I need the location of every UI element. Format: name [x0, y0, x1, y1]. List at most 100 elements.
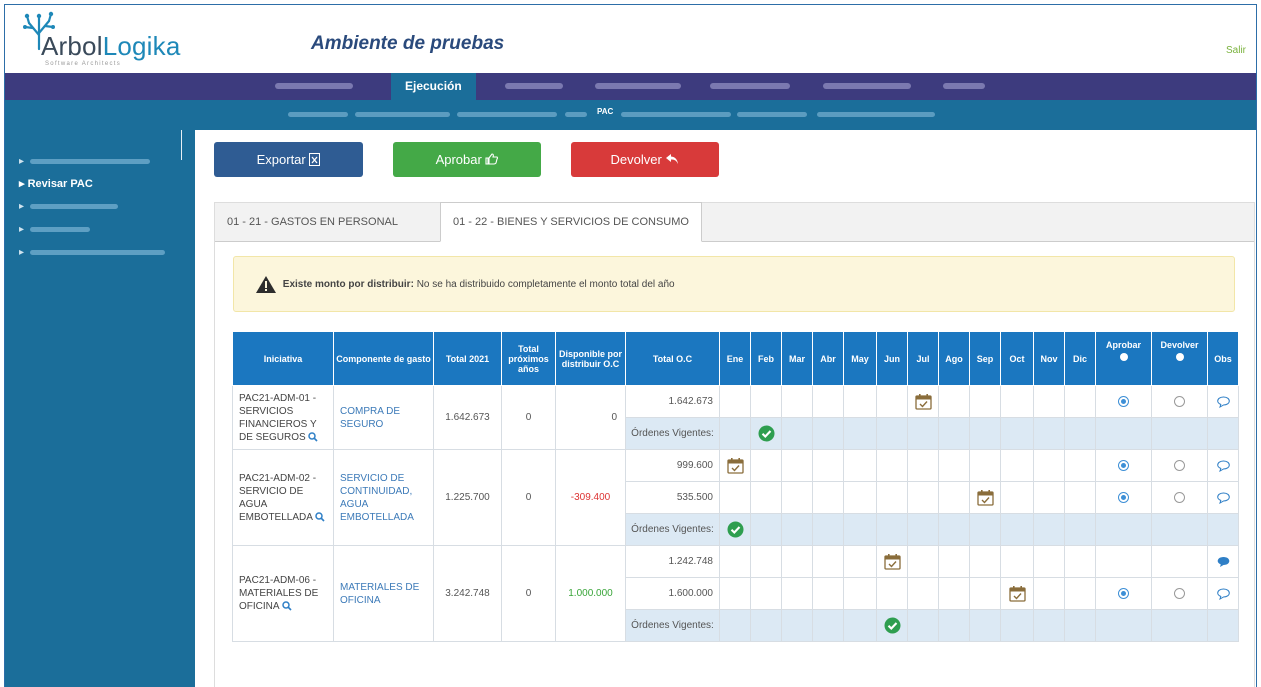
return-radio-cell[interactable] — [1151, 385, 1208, 418]
obs-cell[interactable] — [1207, 449, 1239, 482]
initiative-text: PAC21-ADM-02 - SERVICIO DE AGUA EMBOTELL… — [239, 472, 317, 523]
return-radio[interactable] — [1174, 491, 1185, 503]
approve-radio[interactable] — [1118, 395, 1129, 407]
return-radio[interactable] — [1174, 587, 1185, 599]
comment-icon[interactable] — [1216, 491, 1230, 504]
return-radio-cell[interactable] — [1151, 545, 1208, 578]
sidebar-item-revisar-pac[interactable]: ▸ Revisar PAC — [19, 177, 93, 190]
approve-button[interactable]: Aprobar — [393, 142, 541, 177]
month-cell-dic — [1064, 385, 1096, 418]
month-cell-jul — [907, 481, 939, 514]
obs-cell[interactable] — [1207, 577, 1239, 610]
search-icon[interactable] — [282, 601, 292, 611]
component-link[interactable]: COMPRA DE SEGURO — [333, 385, 434, 450]
approve-radio[interactable] — [1118, 459, 1129, 471]
component-link[interactable]: SERVICIO DE CONTINUIDAD, AGUA EMBOTELLAD… — [333, 449, 434, 546]
search-icon[interactable] — [308, 432, 319, 442]
logo-text: ArbolLogika — [41, 31, 181, 61]
ordenes-vigentes-label: Órdenes Vigentes: — [625, 513, 720, 546]
column-header: Obs — [1207, 331, 1239, 386]
month-cell-jul — [907, 545, 939, 578]
tab-bienes-servicios[interactable]: 01 - 22 - BIENES Y SERVICIOS DE CONSUMO — [440, 202, 702, 242]
return-radio-cell[interactable] — [1151, 577, 1208, 610]
main-nav-item[interactable] — [595, 73, 681, 100]
approve-all-radio[interactable] — [1119, 353, 1128, 361]
search-icon[interactable] — [315, 512, 325, 522]
obs-cell[interactable] — [1207, 481, 1239, 514]
month-cell-jun — [876, 385, 908, 418]
table-row: PAC21-ADM-06 - MATERIALES DE OFICINA MAT… — [232, 545, 1239, 642]
main-nav-ejecucion[interactable]: Ejecución — [391, 73, 476, 100]
comment-icon[interactable] — [1216, 459, 1230, 472]
month-cell-oct — [1000, 545, 1034, 578]
sub-nav-item[interactable] — [621, 112, 731, 117]
comment-filled-icon[interactable] — [1217, 556, 1230, 568]
month-cell-feb — [750, 545, 782, 578]
return-radio[interactable] — [1174, 395, 1185, 407]
sub-nav-item[interactable] — [817, 112, 935, 117]
tab-panel: Existe monto por distribuir: No se ha di… — [214, 241, 1255, 687]
sub-nav-pac[interactable]: PAC — [597, 107, 613, 116]
sidebar-item[interactable]: ▸ — [19, 156, 151, 167]
ordenes-empty-cell — [1151, 417, 1208, 450]
sub-nav-item[interactable] — [457, 112, 557, 117]
ordenes-month-may — [843, 417, 877, 450]
sidebar-item[interactable]: ▸ — [19, 224, 91, 235]
calendar-check-icon[interactable] — [1008, 585, 1026, 602]
month-cell-nov — [1033, 385, 1065, 418]
return-radio-cell[interactable] — [1151, 481, 1208, 514]
ordenes-month-ene — [719, 513, 751, 546]
sub-nav-item[interactable] — [288, 112, 348, 117]
approve-radio-cell[interactable] — [1095, 481, 1152, 514]
month-cell-oct — [1000, 481, 1034, 514]
main-nav-item[interactable] — [823, 73, 911, 100]
month-cell-jul — [907, 385, 939, 418]
month-cell-sep — [969, 577, 1001, 610]
approve-radio[interactable] — [1118, 587, 1129, 599]
month-cell-feb — [750, 385, 782, 418]
obs-cell[interactable] — [1207, 545, 1239, 578]
month-cell-nov — [1033, 577, 1065, 610]
month-cell-mar — [781, 577, 813, 610]
logout-link[interactable]: Salir — [1226, 45, 1246, 56]
component-link[interactable]: MATERIALES DE OFICINA — [333, 545, 434, 642]
sidebar-item[interactable]: ▸ — [19, 201, 119, 212]
calendar-check-icon[interactable] — [726, 457, 744, 474]
ordenes-month-jun — [876, 417, 908, 450]
comment-icon[interactable] — [1216, 395, 1230, 408]
calendar-check-icon[interactable] — [883, 553, 901, 570]
comment-icon[interactable] — [1216, 587, 1230, 600]
approve-radio-cell[interactable] — [1095, 385, 1152, 418]
sub-nav-item[interactable] — [355, 112, 450, 117]
ordenes-month-oct — [1000, 513, 1034, 546]
approve-radio[interactable] — [1118, 491, 1129, 503]
ordenes-month-ago — [938, 417, 970, 450]
sub-nav-item[interactable] — [737, 112, 807, 117]
month-cell-feb — [750, 449, 782, 482]
obs-cell[interactable] — [1207, 385, 1239, 418]
check-circle-icon — [727, 521, 743, 538]
return-radio-cell[interactable] — [1151, 449, 1208, 482]
approve-radio-cell[interactable] — [1095, 545, 1152, 578]
total-next-years-cell: 0 — [501, 449, 556, 546]
approve-radio-cell[interactable] — [1095, 577, 1152, 610]
return-radio[interactable] — [1174, 459, 1185, 471]
main-nav-item[interactable] — [943, 73, 985, 100]
main-nav-item[interactable] — [275, 73, 353, 100]
table-body: PAC21-ADM-01 - SERVICIOS FINANCIEROS Y D… — [232, 385, 1239, 642]
sub-nav-item[interactable] — [565, 112, 587, 117]
sidebar-item[interactable]: ▸ — [19, 247, 166, 258]
column-header: Iniciativa — [232, 331, 334, 386]
return-all-radio[interactable] — [1175, 353, 1184, 361]
main-nav-item[interactable] — [710, 73, 790, 100]
ordenes-month-sep — [969, 609, 1001, 642]
tab-gastos-personal[interactable]: 01 - 21 - GASTOS EN PERSONAL — [215, 203, 410, 242]
calendar-check-icon[interactable] — [976, 489, 994, 506]
approve-radio-cell[interactable] — [1095, 449, 1152, 482]
main-nav-item[interactable] — [505, 73, 563, 100]
export-button[interactable]: Exportar — [214, 142, 363, 177]
return-button[interactable]: Devolver — [571, 142, 719, 177]
column-header: Dic — [1064, 331, 1096, 386]
calendar-check-icon[interactable] — [914, 393, 932, 410]
logo-tagline: Software Architects — [45, 61, 122, 67]
